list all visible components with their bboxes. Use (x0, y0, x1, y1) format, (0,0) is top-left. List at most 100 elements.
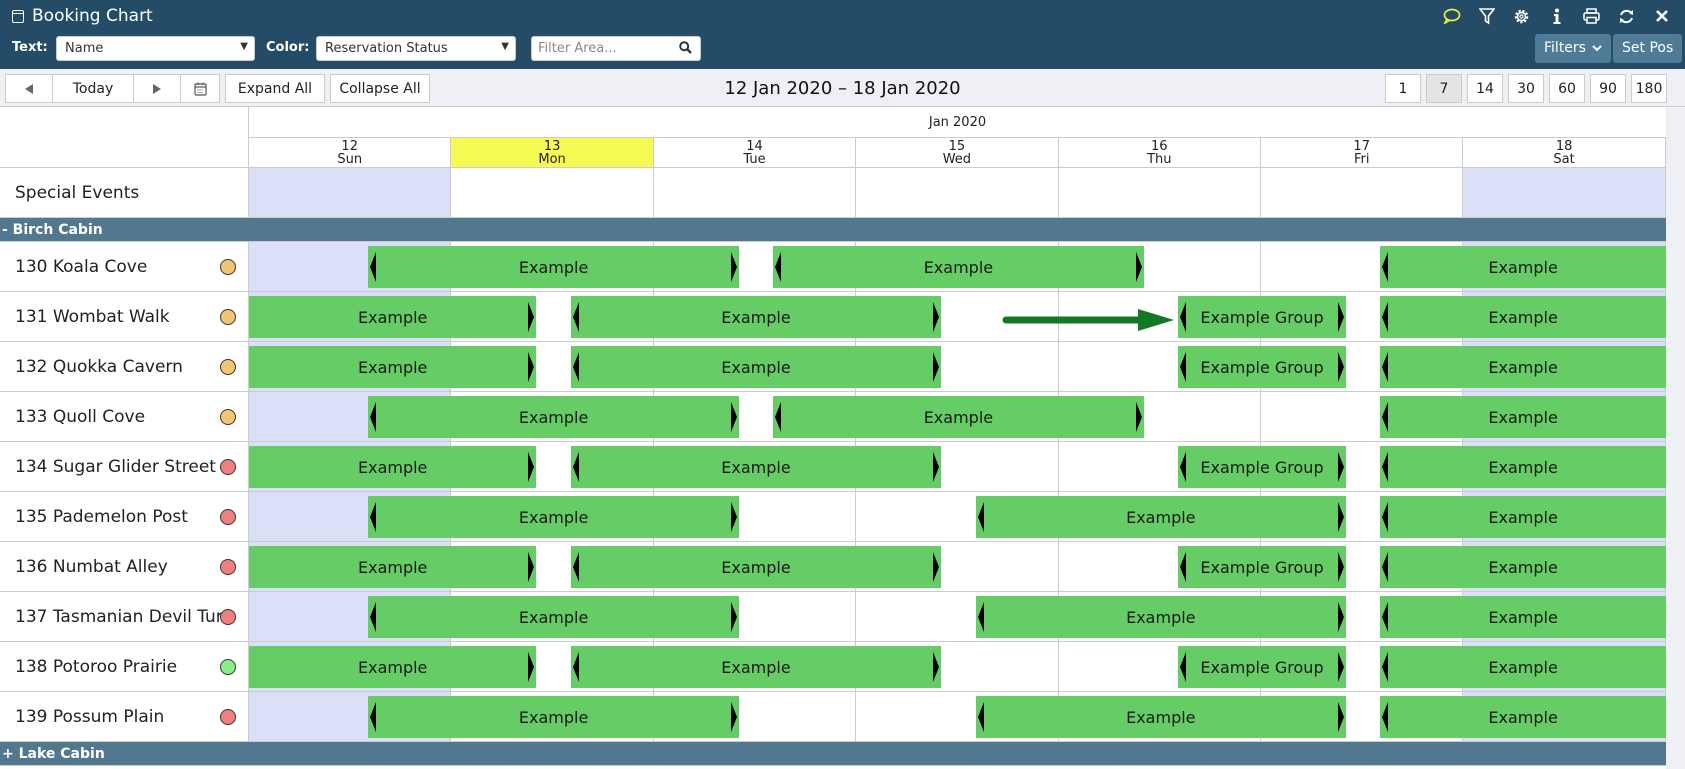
print-icon[interactable] (1582, 6, 1601, 26)
text-select[interactable]: Name ▼ (56, 36, 255, 61)
special-event-cell-18[interactable] (1463, 168, 1666, 217)
resize-left-handle[interactable] (1382, 302, 1389, 332)
resize-left-handle[interactable] (1180, 352, 1187, 382)
resize-left-handle[interactable] (775, 252, 782, 282)
resize-right-handle[interactable] (528, 452, 535, 482)
room-label[interactable]: 134 Sugar Glider Street (0, 442, 249, 491)
resize-left-handle[interactable] (775, 402, 782, 432)
resize-right-handle[interactable] (730, 402, 737, 432)
resize-right-handle[interactable] (730, 702, 737, 732)
booking-block[interactable]: Example (1380, 696, 1666, 738)
resize-right-handle[interactable] (1135, 402, 1142, 432)
booking-block[interactable]: Example (368, 596, 739, 638)
resize-left-handle[interactable] (572, 452, 579, 482)
booking-block[interactable]: Example (368, 246, 739, 288)
room-label[interactable]: 131 Wombat Walk (0, 292, 249, 341)
booking-block[interactable]: Example (249, 546, 537, 588)
resize-left-handle[interactable] (977, 602, 984, 632)
next-button[interactable] (133, 74, 181, 103)
room-label[interactable]: 137 Tasmanian Devil Turn (0, 592, 249, 641)
resize-right-handle[interactable] (1338, 352, 1344, 382)
expand-all-button[interactable]: Expand All (225, 74, 325, 103)
resize-left-handle[interactable] (370, 702, 377, 732)
booking-block[interactable]: Example (1380, 396, 1666, 438)
filters-button[interactable]: Filters (1535, 34, 1612, 63)
day-header-17[interactable]: 17 Fri (1261, 138, 1464, 168)
resize-right-handle[interactable] (933, 552, 940, 582)
room-label[interactable]: 138 Potoroo Prairie (0, 642, 249, 691)
resize-right-handle[interactable] (528, 302, 535, 332)
room-label[interactable]: 133 Quoll Cove (0, 392, 249, 441)
room-label[interactable]: 136 Numbat Alley (0, 542, 249, 591)
booking-block[interactable]: Example (570, 646, 942, 688)
resize-left-handle[interactable] (1382, 452, 1389, 482)
booking-block[interactable]: Example (570, 446, 942, 488)
resize-right-handle[interactable] (1338, 552, 1344, 582)
resize-left-handle[interactable] (1382, 552, 1389, 582)
resize-right-handle[interactable] (528, 552, 535, 582)
resize-right-handle[interactable] (730, 252, 737, 282)
day-header-12[interactable]: 12 Sun (249, 138, 452, 168)
resize-right-handle[interactable] (528, 352, 535, 382)
set-pos-button[interactable]: Set Pos (1613, 34, 1683, 63)
booking-block[interactable]: Example (249, 296, 537, 338)
day-header-15[interactable]: 15 Wed (856, 138, 1059, 168)
booking-block[interactable]: Example (773, 246, 1144, 288)
zoom-1-button[interactable]: 1 (1385, 74, 1421, 103)
special-event-cell-13[interactable] (451, 168, 654, 217)
booking-block[interactable]: Example (975, 696, 1346, 738)
resize-left-handle[interactable] (1382, 702, 1389, 732)
group-header[interactable]: - Birch Cabin (0, 218, 1666, 242)
special-event-cell-14[interactable] (654, 168, 857, 217)
booking-block[interactable]: Example (1380, 596, 1666, 638)
booking-block[interactable]: Example (1380, 646, 1666, 688)
booking-block[interactable]: Example (975, 596, 1346, 638)
resize-left-handle[interactable] (1382, 402, 1389, 432)
resize-left-handle[interactable] (572, 652, 579, 682)
resize-right-handle[interactable] (1338, 652, 1344, 682)
day-header-13[interactable]: 13 Mon (451, 138, 654, 168)
resize-right-handle[interactable] (528, 652, 535, 682)
booking-block[interactable]: Example (773, 396, 1144, 438)
day-header-16[interactable]: 16 Thu (1058, 138, 1261, 168)
resize-left-handle[interactable] (1180, 452, 1187, 482)
resize-left-handle[interactable] (1382, 602, 1389, 632)
booking-block[interactable]: Example (570, 546, 942, 588)
booking-block[interactable]: Example Group (1178, 296, 1346, 338)
day-header-18[interactable]: 18 Sat (1463, 138, 1666, 168)
resize-right-handle[interactable] (933, 352, 940, 382)
booking-block[interactable]: Example (1380, 246, 1666, 288)
booking-block[interactable]: Example (1380, 346, 1666, 388)
date-picker-button[interactable] (180, 74, 220, 103)
booking-block[interactable]: Example (249, 646, 537, 688)
resize-left-handle[interactable] (572, 352, 579, 382)
speech-bubble-icon[interactable] (1442, 6, 1461, 26)
resize-left-handle[interactable] (1180, 552, 1187, 582)
special-event-cell-17[interactable] (1261, 168, 1464, 217)
special-event-cell-15[interactable] (856, 168, 1059, 217)
collapse-all-button[interactable]: Collapse All (330, 74, 430, 103)
room-label[interactable]: 130 Koala Cove (0, 242, 249, 291)
resize-left-handle[interactable] (1180, 302, 1187, 332)
booking-block[interactable]: Example (249, 446, 537, 488)
filter-area-input[interactable]: Filter Area... (531, 36, 701, 61)
booking-block[interactable]: Example (975, 496, 1346, 538)
special-event-cell-16[interactable] (1059, 168, 1261, 217)
zoom-14-button[interactable]: 14 (1467, 74, 1503, 103)
resize-right-handle[interactable] (1338, 702, 1344, 732)
room-label[interactable]: 139 Possum Plain (0, 692, 249, 741)
previous-button[interactable] (5, 74, 53, 103)
zoom-7-button[interactable]: 7 (1426, 74, 1462, 103)
resize-right-handle[interactable] (1338, 452, 1344, 482)
room-label[interactable]: 135 Pademelon Post (0, 492, 249, 541)
filter-icon[interactable] (1477, 6, 1496, 26)
booking-block[interactable]: Example (1380, 296, 1666, 338)
booking-block[interactable]: Example (570, 346, 942, 388)
booking-block[interactable]: Example Group (1178, 546, 1346, 588)
zoom-60-button[interactable]: 60 (1549, 74, 1585, 103)
today-button[interactable]: Today (52, 74, 134, 103)
resize-right-handle[interactable] (933, 652, 940, 682)
refresh-icon[interactable] (1617, 6, 1636, 26)
resize-right-handle[interactable] (1338, 602, 1344, 632)
resize-left-handle[interactable] (1382, 352, 1389, 382)
